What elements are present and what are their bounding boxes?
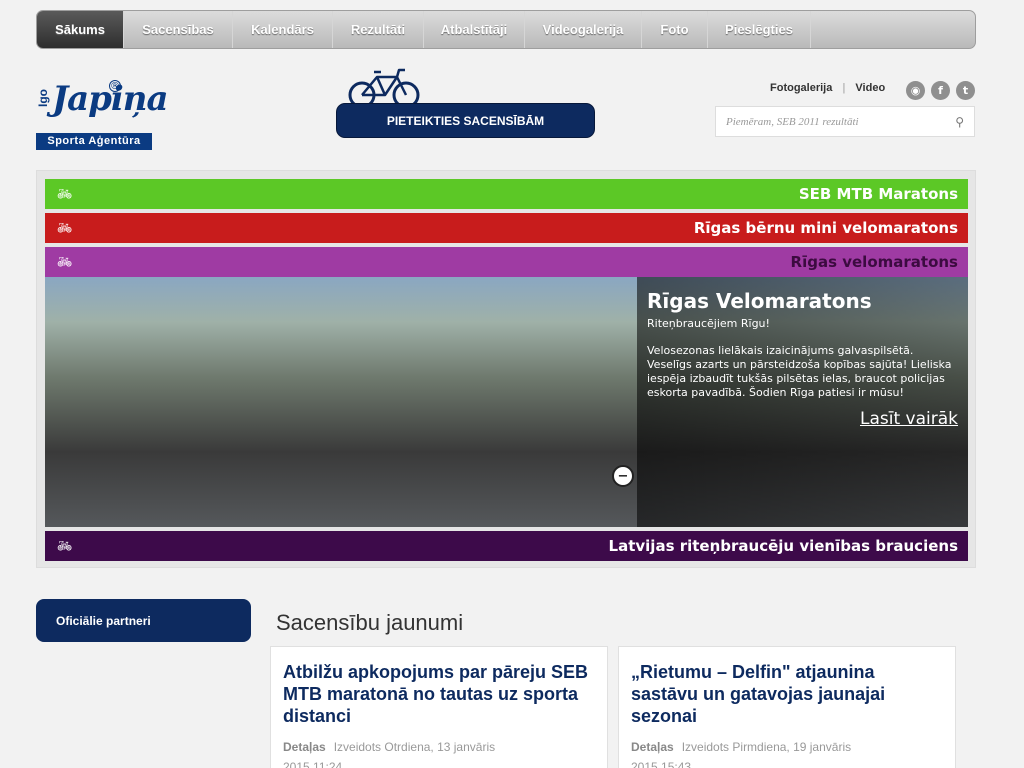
search-icon[interactable]: ⚲: [955, 115, 964, 129]
bicycle-small-icon: 🚲︎: [57, 255, 73, 269]
nav-item-videogallery[interactable]: Videogalerija: [525, 11, 642, 48]
hero-overlay: Rīgas Velomaratons Riteņbraucējiem Rīgu!…: [637, 277, 968, 527]
logo-wordmark: Igo Japiņa ®: [36, 77, 169, 127]
nav-item-login[interactable]: Pieslēgties: [708, 11, 811, 48]
logo-side-text: Igo: [36, 89, 50, 107]
event-tab-seb-mtb[interactable]: 🚲︎ SEB MTB Maratons: [45, 179, 968, 209]
nav-item-sponsors[interactable]: Atbalstītāji: [424, 11, 525, 48]
twitter-icon[interactable]: t: [956, 81, 975, 100]
hero-slide: − Rīgas Velomaratons Riteņbraucējiem Rīg…: [45, 277, 968, 527]
hero-title: Rīgas Velomaratons: [647, 289, 872, 313]
news-created: Izveidots Otrdiena, 13 janvāris: [333, 740, 496, 754]
bicycle-small-icon: 🚲︎: [57, 187, 73, 201]
header-links: Fotogalerija | Video: [770, 82, 885, 94]
logo-subtitle: Sporta Aģentūra: [36, 133, 152, 150]
read-more-link[interactable]: Lasīt vairāk: [860, 409, 958, 429]
register-competitions-button[interactable]: PIETEIKTIES SACENSĪBĀM: [336, 103, 595, 138]
link-separator: |: [842, 82, 846, 94]
facebook-icon[interactable]: f: [931, 81, 950, 100]
bicycle-small-icon: 🚲︎: [57, 539, 73, 553]
event-tab-team-ride[interactable]: 🚲︎ Latvijas riteņbraucēju vienības brauc…: [45, 531, 968, 561]
news-created: Izveidots Pirmdiena, 19 janvāris: [681, 740, 852, 754]
main-navigation: Sākums Sacensības Kalendārs Rezultāti At…: [36, 10, 976, 49]
news-meta: Detaļas Izveidots Pirmdiena, 19 janvāris …: [631, 737, 943, 768]
news-headline[interactable]: „Rietumu – Delfin" atjaunina sastāvu un …: [631, 661, 943, 727]
hero-tagline: Riteņbraucējiem Rīgu!: [647, 317, 770, 330]
slide-prev-icon[interactable]: −: [612, 465, 634, 487]
nav-item-calendar[interactable]: Kalendārs: [233, 11, 333, 48]
event-tab-kids-mini[interactable]: 🚲︎ Rīgas bērnu mini velomaratons: [45, 213, 968, 243]
official-partners-header[interactable]: Oficiālie partneri: [36, 599, 251, 642]
news-time: 2015 11:24: [283, 760, 343, 768]
news-card[interactable]: Atbilžu apkopojums par pāreju SEB MTB ma…: [270, 646, 608, 768]
search-input[interactable]: [726, 115, 956, 128]
social-links: ◉ f t: [906, 81, 975, 100]
news-details-link[interactable]: Detaļas: [631, 740, 674, 754]
event-tab-label: Latvijas riteņbraucēju vienības braucien…: [608, 537, 958, 555]
nav-item-home[interactable]: Sākums: [37, 11, 124, 48]
nav-item-competitions[interactable]: Sacensības: [124, 11, 233, 48]
hero-description: Velosezonas lielākais izaicinājums galva…: [647, 344, 952, 399]
photogallery-link[interactable]: Fotogalerija: [770, 82, 832, 94]
registered-icon: ®: [109, 80, 121, 92]
event-slider: 🚲︎ SEB MTB Maratons 🚲︎ Rīgas bērnu mini …: [36, 170, 976, 568]
bicycle-small-icon: 🚲︎: [57, 221, 73, 235]
news-details-link[interactable]: Detaļas: [283, 740, 326, 754]
news-card[interactable]: „Rietumu – Delfin" atjaunina sastāvu un …: [618, 646, 956, 768]
event-tab-label: SEB MTB Maratons: [798, 185, 958, 203]
nav-item-photo[interactable]: Foto: [642, 11, 708, 48]
search-box: ⚲: [715, 106, 975, 137]
nav-item-results[interactable]: Rezultāti: [333, 11, 424, 48]
video-link[interactable]: Video: [855, 82, 885, 94]
site-logo[interactable]: Igo Japiņa ® Sporta Aģentūra: [36, 77, 169, 151]
event-tab-label: Rīgas velomaratons: [790, 253, 958, 271]
event-tab-riga-velomaratons[interactable]: 🚲︎ Rīgas velomaratons: [45, 247, 968, 277]
event-tab-label: Rīgas bērnu mini velomaratons: [693, 219, 958, 237]
news-section-title: Sacensību jaunumi: [276, 610, 464, 635]
news-meta: Detaļas Izveidots Otrdiena, 13 janvāris 2…: [283, 737, 595, 768]
news-headline[interactable]: Atbilžu apkopojums par pāreju SEB MTB ma…: [283, 661, 595, 727]
rss-icon[interactable]: ◉: [906, 81, 925, 100]
news-time: 2015 15:43: [631, 760, 692, 768]
